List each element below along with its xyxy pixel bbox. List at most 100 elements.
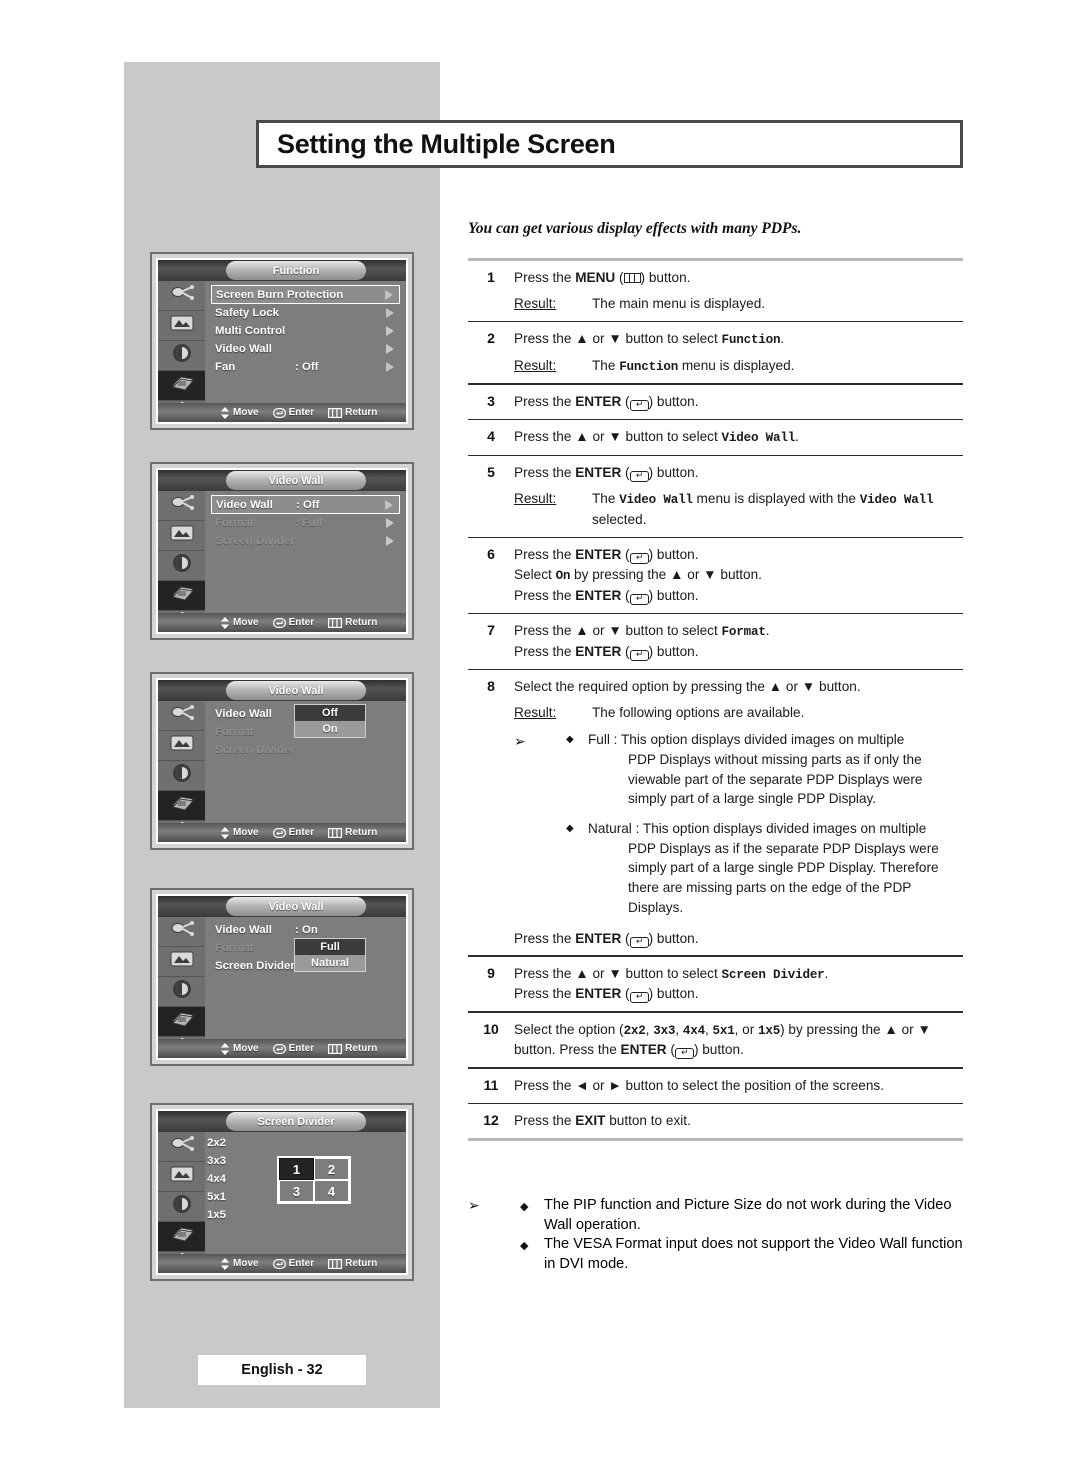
page-footer: English - 32 [198, 1355, 366, 1385]
osd-rail-sound-icon[interactable] [158, 1192, 205, 1222]
osd-divider-cell[interactable]: 2 [314, 1158, 349, 1180]
osd-rail-sound-icon[interactable] [158, 341, 205, 371]
osd-rail-function-icon[interactable] [158, 581, 205, 611]
osd-option-popup[interactable]: Off On [294, 704, 366, 738]
osd-menu-item[interactable]: Safety Lock [211, 305, 400, 323]
text-run: ) button. [648, 547, 699, 563]
picture-icon [169, 1165, 195, 1188]
osd-rail-picture-icon[interactable] [158, 1162, 205, 1192]
text-run: Press the [514, 270, 576, 285]
osd-divider-option[interactable]: 5x1 [207, 1188, 226, 1206]
step-row: 12 Press the EXIT button to exit. [468, 1104, 963, 1138]
osd-option-popup[interactable]: Full Natural [294, 938, 366, 972]
osd-menu-item[interactable]: Video Wall [211, 341, 400, 359]
text-run: ( [621, 643, 630, 659]
osd-hint-bar: Move Enter Return [158, 403, 406, 422]
osd-divider-option[interactable]: 2x2 [207, 1134, 226, 1152]
osd-rail-function-icon[interactable] [158, 1222, 205, 1252]
osd-rail-picture-icon[interactable] [158, 521, 205, 551]
emphasis-text: ENTER [620, 1042, 667, 1058]
step-row: 8 Select the required option by pressing … [468, 670, 963, 955]
text-run: Press the [514, 587, 576, 603]
emphasis-text: ▼ [608, 429, 622, 445]
osd-rail-function-icon[interactable] [158, 371, 205, 401]
osd-title-bar: Video Wall [158, 680, 406, 701]
page-title: Setting the Multiple Screen [277, 128, 616, 159]
text-run: button to select [621, 429, 722, 445]
menu-term: Screen Divider [721, 967, 825, 982]
osd-rail-sound-icon[interactable] [158, 977, 205, 1007]
osd-rail-input-source-icon[interactable] [158, 491, 205, 521]
text-run: Press the [514, 1077, 576, 1093]
step-line: Press the ENTER (↵) button. [514, 586, 963, 606]
chevron-right-icon [386, 326, 394, 337]
text-run: button. Press the [514, 1042, 621, 1058]
chevron-right-icon [386, 536, 394, 547]
updown-arrow-icon [221, 826, 229, 839]
osd-menu-item[interactable]: Format: Full [211, 515, 400, 533]
osd-menu-item[interactable]: Video Wall: On [211, 921, 400, 939]
result-text: The Video Wall menu is displayed with th… [592, 489, 963, 529]
osd-rail-function-icon[interactable] [158, 1007, 205, 1037]
osd-menu-item[interactable]: Screen Divider [211, 741, 400, 759]
osd-rail-sound-icon[interactable] [158, 551, 205, 581]
text-run: or [588, 623, 609, 639]
osd-title: Function [226, 261, 366, 280]
osd-hint-return: Return [328, 1258, 377, 1269]
osd-divider-option[interactable]: 1x5 [207, 1206, 226, 1224]
osd-menu-item[interactable]: Multi Control [211, 323, 400, 341]
osd-divider-option[interactable]: 4x4 [207, 1170, 226, 1188]
osd-rail-picture-icon[interactable] [158, 731, 205, 761]
updown-arrow-icon [221, 1257, 229, 1270]
osd-rail-input-source-icon[interactable] [158, 1132, 205, 1162]
text-run: ) button. [648, 587, 699, 603]
osd-divider-cell[interactable]: 3 [279, 1180, 314, 1202]
osd-menu-item[interactable]: Fan: Off [211, 359, 400, 377]
osd-divider-option[interactable]: 3x3 [207, 1152, 226, 1170]
osd-video-wall-menu-format-popup: Video WallVideo Wall: OnFormat:Screen Di… [150, 888, 414, 1066]
osd-item-label: Fan [215, 361, 236, 374]
osd-popup-option[interactable]: On [295, 721, 365, 737]
osd-divider-cell[interactable]: 4 [314, 1180, 349, 1202]
osd-menu-item[interactable]: Screen Divider [211, 533, 400, 551]
chevron-right-icon [385, 499, 393, 510]
osd-popup-option[interactable]: Natural [295, 955, 365, 971]
osd-divider-cell[interactable]: 1 [279, 1158, 314, 1180]
osd-popup-option[interactable]: Off [295, 705, 365, 721]
function-icon [169, 793, 195, 818]
text-run: Press the [514, 986, 576, 1002]
osd-rail-input-source-icon[interactable] [158, 281, 205, 311]
text-run: by pressing the [570, 567, 671, 583]
emphasis-text: EXIT [575, 1113, 606, 1129]
osd-rail-sound-icon[interactable] [158, 761, 205, 791]
emphasis-text: ▼ [608, 331, 622, 347]
osd-hint-enter: Enter [272, 1043, 314, 1054]
osd-popup-option[interactable]: Full [295, 939, 365, 955]
osd-rail-input-source-icon[interactable] [158, 917, 205, 947]
text-run: ) button. [648, 465, 699, 481]
bullet-text-body: PDP Displays as if the separate PDP Disp… [628, 840, 939, 915]
text-run: or [588, 1077, 609, 1093]
text-run: . [824, 965, 829, 981]
steps-bottom-rule [468, 1138, 963, 1142]
step-row: 9 Press the ▲ or ▼ button to select Scree… [468, 957, 963, 1011]
input-source-icon [169, 920, 195, 943]
osd-rail-picture-icon[interactable] [158, 947, 205, 977]
osd-hint-enter: Enter [272, 1258, 314, 1269]
osd-rail-picture-icon[interactable] [158, 311, 205, 341]
osd-rail-input-source-icon[interactable] [158, 701, 205, 731]
osd-title-bar: Video Wall [158, 896, 406, 917]
function-icon [169, 1224, 195, 1249]
text-run: or [588, 429, 609, 445]
osd-rail-function-icon[interactable] [158, 791, 205, 821]
step-number: 11 [483, 1076, 499, 1093]
osd-menu-item[interactable]: Screen Burn Protection [211, 285, 400, 304]
menu-term: 4x4 [682, 1023, 705, 1038]
emphasis-text: ▲ [575, 429, 589, 445]
picture-icon [169, 314, 195, 337]
osd-menu-item[interactable]: Video Wall: Off [211, 495, 400, 514]
osd-video-wall-menu-onoff-popup: Video WallVideo Wall:Format:Screen Divid… [150, 672, 414, 850]
note-text: The PIP function and Picture Size do not… [544, 1197, 952, 1233]
text-run: ( [666, 1042, 675, 1058]
osd-hint-enter: Enter [272, 827, 314, 838]
